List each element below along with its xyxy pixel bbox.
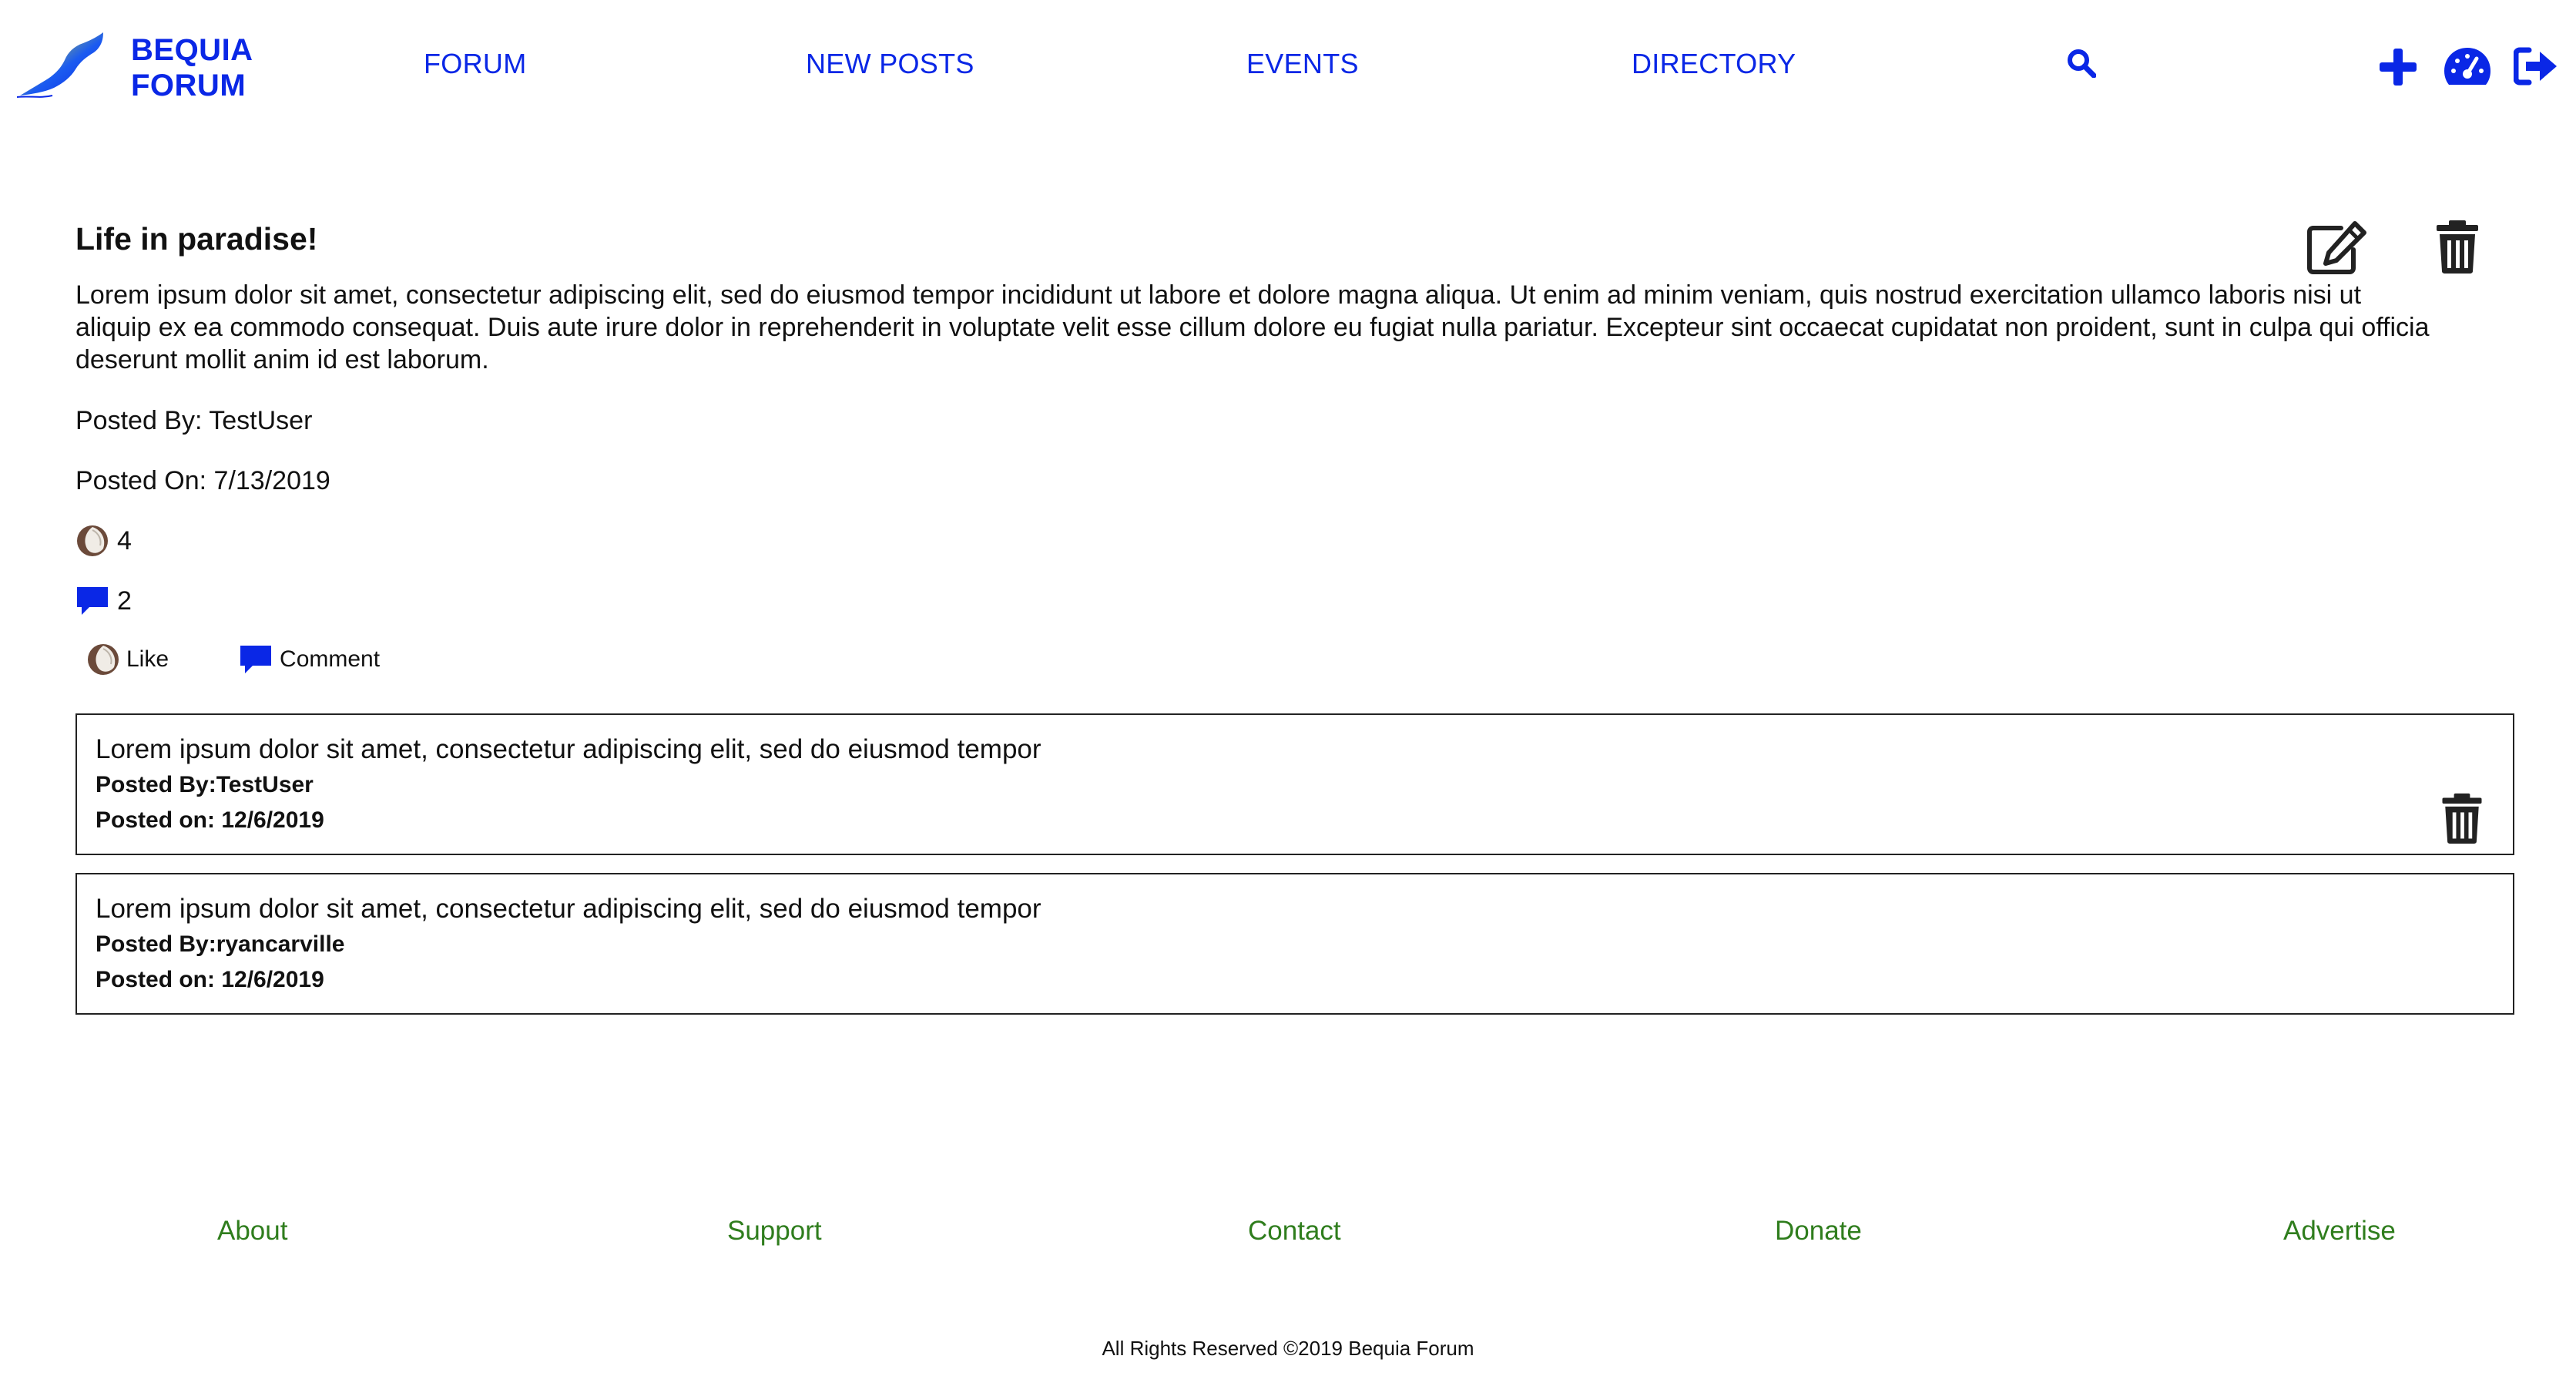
coconut-icon [77,525,108,556]
comment-icon [77,587,108,615]
dashboard-icon [2444,48,2490,85]
brand-name-line2: FORUM [131,69,247,102]
post-actions: Like Comment [75,643,2494,676]
trash-icon [2442,793,2482,844]
nav-new-posts[interactable]: NEW POSTS [806,48,974,80]
like-count: 4 [117,526,132,555]
edit-post-button[interactable] [2306,220,2368,274]
footer-advertise-link[interactable]: Advertise [2283,1216,2396,1247]
dashboard-button[interactable] [2442,45,2493,88]
comment-date: Posted on: 12/6/2019 [96,807,324,833]
search-icon [2068,49,2096,78]
footer-contact-link[interactable]: Contact [1248,1216,1341,1247]
search-button[interactable] [2066,48,2097,79]
plus-icon [2380,49,2417,86]
nav-forum[interactable]: FORUM [424,48,526,80]
comment-text: Lorem ipsum dolor sit amet, consectetur … [96,894,1041,924]
header: BEQUIA FORUM FORUM NEW POSTS EVENTS DIRE… [0,0,2576,131]
brand-logo-link[interactable]: BEQUIA FORUM [17,29,253,106]
logout-button[interactable] [2513,46,2559,86]
post-date: Posted On: 7/13/2019 [75,466,330,495]
delete-post-button[interactable] [2434,219,2480,274]
comment-button[interactable]: Comment [238,644,380,675]
logout-icon [2514,47,2557,86]
copyright: All Rights Reserved ©2019 Bequia Forum [1102,1337,1474,1360]
like-label: Like [126,646,169,672]
trash-icon [2437,220,2478,274]
coconut-icon [88,644,119,675]
edit-icon [2307,221,2366,274]
comment-author: Posted By:TestUser [96,772,314,797]
like-button[interactable]: Like [86,643,169,676]
like-count-row: 4 [75,524,2494,558]
add-post-button[interactable] [2377,46,2419,88]
footer-support-link[interactable]: Support [727,1216,822,1247]
comment-icon [240,646,272,673]
footer-donate-link[interactable]: Donate [1775,1216,1862,1247]
comment-item-1: Lorem ipsum dolor sit amet, consectetur … [75,713,2514,855]
brand-logo-icon [17,32,103,98]
nav-directory[interactable]: DIRECTORY [1632,48,1796,80]
comment-count: 2 [117,586,132,616]
comment-label: Comment [280,646,381,672]
footer-about-link[interactable]: About [217,1216,287,1247]
brand-name-line1: BEQUIA [131,33,253,67]
page: BEQUIA FORUM FORUM NEW POSTS EVENTS DIRE… [0,0,2576,1376]
nav-events[interactable]: EVENTS [1246,48,1359,80]
post-body: Lorem ipsum dolor sit amet, consectetur … [75,280,2430,374]
comment-author: Posted By:ryancarville [96,931,345,957]
comment-text: Lorem ipsum dolor sit amet, consectetur … [96,734,1041,764]
comment-date: Posted on: 12/6/2019 [96,967,324,992]
post: Life in paradise! Lorem ipsum dolor sit … [75,208,2494,676]
delete-comment-button[interactable] [2439,792,2485,844]
comment-item-2: Lorem ipsum dolor sit amet, consectetur … [75,873,2514,1015]
post-title: Life in paradise! [75,221,318,257]
comment-count-row: 2 [75,586,2494,616]
post-author: Posted By: TestUser [75,406,313,435]
